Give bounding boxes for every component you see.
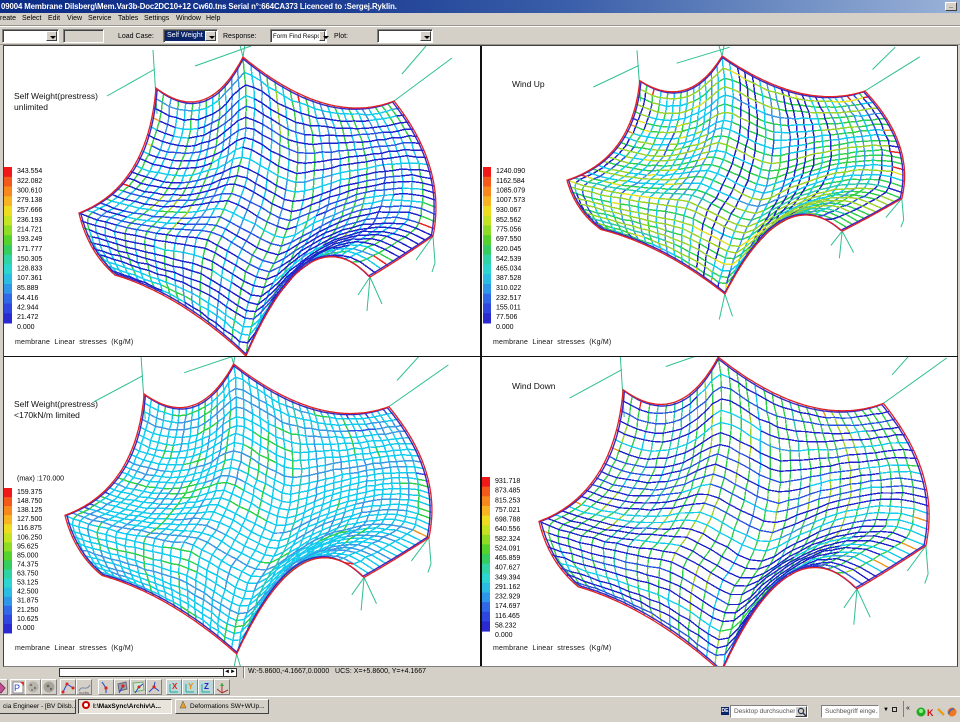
svg-text:10.625: 10.625: [17, 616, 39, 623]
svg-text:0.000: 0.000: [495, 632, 513, 639]
svg-text:542.539: 542.539: [496, 256, 521, 263]
svg-text:membrane Linear stresses (K: membrane Linear stresses (Kg/M): [15, 645, 133, 652]
svg-text:852.562: 852.562: [496, 217, 521, 224]
svg-text:106.250: 106.250: [17, 534, 42, 541]
svg-text:77.506: 77.506: [496, 314, 518, 321]
svg-text:640.556: 640.556: [495, 526, 520, 533]
svg-text:1240.090: 1240.090: [496, 168, 525, 175]
svg-text:Z: Z: [204, 682, 209, 691]
svg-text:31.875: 31.875: [17, 598, 39, 605]
svg-text:300.610: 300.610: [17, 188, 42, 195]
svg-text:257.666: 257.666: [17, 207, 42, 214]
svg-text:85.000: 85.000: [17, 552, 39, 559]
svg-text:63.750: 63.750: [17, 571, 39, 578]
svg-text:21.250: 21.250: [17, 607, 39, 614]
svg-text:322.082: 322.082: [17, 178, 42, 185]
svg-text:171.777: 171.777: [17, 246, 42, 253]
svg-text:387.528: 387.528: [496, 275, 521, 282]
svg-text:582.324: 582.324: [495, 536, 520, 543]
svg-text:343.554: 343.554: [17, 168, 42, 175]
svg-text:42.500: 42.500: [17, 589, 39, 596]
svg-text:930.067: 930.067: [496, 207, 521, 214]
svg-text:0.000: 0.000: [17, 324, 35, 331]
svg-text:64.416: 64.416: [17, 295, 39, 302]
svg-text:53.125: 53.125: [17, 580, 39, 587]
svg-text:1162.584: 1162.584: [496, 178, 525, 185]
svg-text:K: K: [927, 708, 934, 717]
svg-text:279.138: 279.138: [17, 197, 42, 204]
svg-text:150.305: 150.305: [17, 256, 42, 263]
svg-text:815.253: 815.253: [495, 497, 520, 504]
svg-text:<170kN/m limited: <170kN/m limited: [14, 410, 80, 420]
svg-text:465.034: 465.034: [496, 266, 521, 273]
svg-text:698.788: 698.788: [495, 517, 520, 524]
svg-text:127.500: 127.500: [17, 516, 42, 523]
svg-text:214.721: 214.721: [17, 227, 42, 234]
svg-text:116.875: 116.875: [17, 525, 42, 532]
svg-text:873.485: 873.485: [495, 488, 520, 495]
svg-text:21.472: 21.472: [17, 314, 39, 321]
svg-text:107.361: 107.361: [17, 275, 42, 282]
svg-text:membrane Linear stresses (K: membrane Linear stresses (Kg/M): [493, 339, 611, 346]
svg-text:524.091: 524.091: [495, 545, 520, 552]
svg-text:159.375: 159.375: [17, 489, 42, 496]
svg-text:85.889: 85.889: [17, 285, 39, 292]
svg-text:42.944: 42.944: [17, 305, 39, 312]
svg-text:P: P: [14, 683, 20, 693]
svg-text:116.465: 116.465: [495, 613, 520, 620]
svg-text:Y: Y: [188, 682, 194, 691]
svg-text:1085.079: 1085.079: [496, 188, 525, 195]
svg-text:Wind Up: Wind Up: [512, 79, 545, 89]
svg-text:58.232: 58.232: [495, 623, 517, 630]
svg-text:1007.573: 1007.573: [496, 197, 525, 204]
svg-text:Self Weight(prestress): Self Weight(prestress): [14, 91, 98, 101]
svg-text:174.697: 174.697: [495, 603, 520, 610]
svg-text:757.021: 757.021: [495, 507, 520, 514]
svg-text:Self Weight(prestress): Self Weight(prestress): [14, 399, 98, 409]
svg-text:138.125: 138.125: [17, 507, 42, 514]
svg-text:74.375: 74.375: [17, 562, 39, 569]
svg-text:349.394: 349.394: [495, 574, 520, 581]
svg-text:unlimited: unlimited: [14, 102, 48, 112]
svg-text:931.718: 931.718: [495, 478, 520, 485]
svg-text:232.517: 232.517: [496, 295, 521, 302]
svg-text:232.929: 232.929: [495, 594, 520, 601]
svg-text:0.000: 0.000: [496, 324, 514, 331]
svg-text:155.011: 155.011: [496, 305, 521, 312]
svg-text:0.000: 0.000: [17, 625, 35, 632]
svg-text:95.625: 95.625: [17, 543, 39, 550]
svg-text:Wind Down: Wind Down: [512, 381, 556, 391]
svg-text:291.162: 291.162: [495, 584, 520, 591]
svg-text:407.627: 407.627: [495, 565, 520, 572]
svg-text:(max) :170.000: (max) :170.000: [17, 476, 64, 483]
svg-text:nurbs: nurbs: [79, 690, 89, 695]
svg-text:193.249: 193.249: [17, 236, 42, 243]
svg-text:465.859: 465.859: [495, 555, 520, 562]
svg-text:membrane Linear stresses (K: membrane Linear stresses (Kg/M): [493, 645, 611, 652]
svg-text:membrane Linear stresses (K: membrane Linear stresses (Kg/M): [15, 339, 133, 346]
svg-text:775.056: 775.056: [496, 227, 521, 234]
svg-text:X: X: [172, 682, 178, 691]
svg-text:128.833: 128.833: [17, 266, 42, 273]
svg-text:620.045: 620.045: [496, 246, 521, 253]
svg-text:148.750: 148.750: [17, 498, 42, 505]
svg-text:697.550: 697.550: [496, 236, 521, 243]
svg-text:236.193: 236.193: [17, 217, 42, 224]
svg-text:310.022: 310.022: [496, 285, 521, 292]
